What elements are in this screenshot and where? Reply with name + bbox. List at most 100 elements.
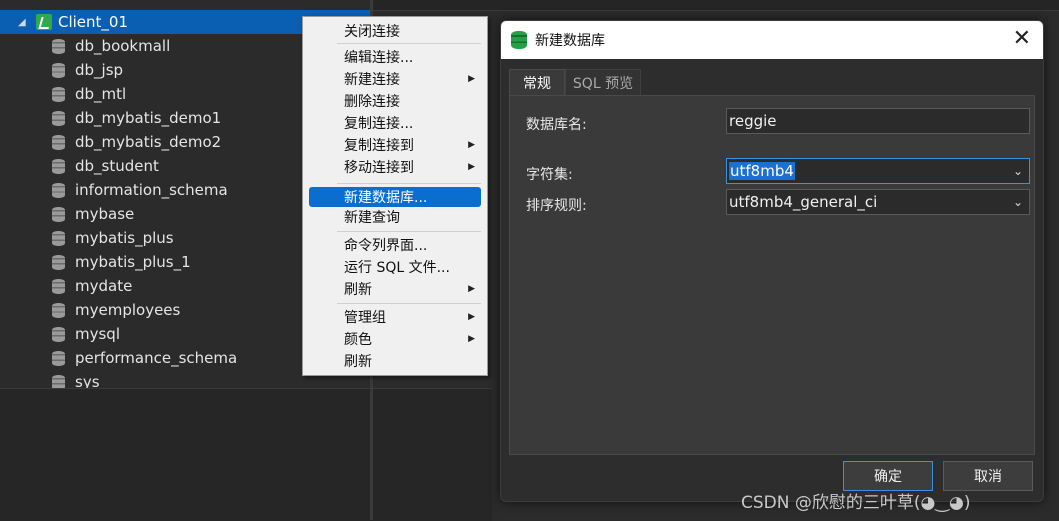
database-label: performance_schema (75, 349, 238, 367)
menu-item[interactable]: 管理组 ▶ (309, 307, 481, 327)
collapse-icon[interactable]: ◢ (18, 17, 28, 28)
database-icon (52, 254, 65, 270)
dialog-title-bar: 新建数据库 ✕ (501, 21, 1043, 59)
tab-general[interactable]: 常规 (509, 69, 565, 96)
general-panel: 数据库名: reggie 字符集: utf8mb4 ⌄ 排序规则: utf8mb… (509, 95, 1035, 455)
menu-item[interactable]: 复制连接... (309, 113, 481, 133)
close-icon[interactable]: ✕ (1013, 28, 1031, 50)
db-name-label: 数据库名: (526, 117, 587, 133)
menu-separator (337, 231, 481, 232)
menu-separator (337, 43, 481, 44)
database-icon (511, 31, 527, 49)
submenu-arrow-icon: ▶ (468, 312, 475, 322)
menu-item-label: 复制连接... (344, 116, 414, 132)
database-label: db_mybatis_demo2 (75, 133, 222, 151)
collation-select[interactable]: utf8mb4_general_ci ⌄ (726, 189, 1030, 215)
database-item[interactable]: db_mtl (52, 82, 126, 106)
database-icon (52, 134, 65, 150)
menu-item-label: 管理组 (344, 310, 386, 326)
menu-item-label: 新建连接 (344, 72, 400, 88)
menu-separator (337, 303, 481, 304)
submenu-arrow-icon: ▶ (468, 334, 475, 344)
context-menu: 关闭连接 编辑连接... 新建连接 ▶ 删除连接 复制连接... 复制连接到 ▶ 移动连接到 ▶ 新… (302, 16, 488, 376)
database-icon (52, 326, 65, 342)
database-label: db_jsp (75, 61, 124, 79)
collation-value: utf8mb4_general_ci (729, 193, 878, 211)
database-item[interactable]: information_schema (52, 178, 228, 202)
collation-label: 排序规则: (526, 198, 587, 214)
submenu-arrow-icon: ▶ (468, 140, 475, 150)
menu-item-label: 新建查询 (344, 210, 400, 226)
menu-item[interactable]: 复制连接到 ▶ (309, 135, 481, 155)
database-item[interactable]: performance_schema (52, 346, 237, 370)
database-item[interactable]: db_bookmall (52, 34, 170, 58)
connection-icon (36, 14, 52, 30)
menu-item[interactable]: 运行 SQL 文件... (309, 257, 481, 277)
menu-item-label: 移动连接到 (344, 160, 414, 176)
dialog-title: 新建数据库 (535, 33, 605, 49)
menu-item-label: 刷新 (344, 282, 372, 298)
database-label: mydate (75, 277, 133, 295)
database-icon (52, 278, 65, 294)
submenu-arrow-icon: ▶ (468, 162, 475, 172)
menu-item[interactable]: 新建查询 (309, 207, 481, 227)
db-name-input[interactable]: reggie (726, 108, 1030, 134)
menu-item-label: 新建数据库... (344, 190, 428, 206)
tab-sql-preview[interactable]: SQL 预览 (565, 69, 641, 96)
database-label: db_mybatis_demo1 (75, 109, 222, 127)
menu-item[interactable]: 新建连接 ▶ (309, 69, 481, 89)
database-icon (52, 62, 65, 78)
menu-item-label: 删除连接 (344, 94, 400, 110)
database-icon (52, 206, 65, 222)
charset-label: 字符集: (526, 167, 573, 183)
database-item[interactable]: db_student (52, 154, 159, 178)
cancel-button[interactable]: 取消 (943, 461, 1033, 491)
database-item[interactable]: myemployees (52, 298, 180, 322)
connection-label: Client_01 (58, 13, 129, 31)
database-icon (52, 158, 65, 174)
database-item[interactable]: mybase (52, 202, 134, 226)
menu-item[interactable]: 删除连接 (309, 91, 481, 111)
database-icon (52, 350, 65, 366)
database-label: mybatis_plus (75, 229, 174, 247)
charset-select[interactable]: utf8mb4 ⌄ (726, 158, 1030, 184)
chevron-down-icon[interactable]: ⌄ (1013, 164, 1023, 178)
charset-value: utf8mb4 (729, 162, 795, 180)
database-item[interactable]: db_mybatis_demo1 (52, 106, 221, 130)
right-pane-header (373, 0, 1059, 11)
database-item[interactable]: mybatis_plus_1 (52, 250, 191, 274)
menu-item-label: 命令列界面... (344, 238, 428, 254)
menu-item[interactable]: 刷新 (309, 351, 481, 371)
tree-pane-empty (0, 388, 492, 521)
chevron-down-icon[interactable]: ⌄ (1013, 195, 1023, 209)
menu-item-label: 关闭连接 (344, 24, 400, 40)
menu-item-label: 复制连接到 (344, 138, 414, 154)
database-icon (52, 86, 65, 102)
menu-item[interactable]: 刷新 ▶ (309, 279, 481, 299)
database-label: mysql (75, 325, 120, 343)
menu-item-label: 编辑连接... (344, 50, 414, 66)
database-label: db_mtl (75, 85, 127, 103)
database-item[interactable]: mydate (52, 274, 132, 298)
menu-item[interactable]: 关闭连接 (309, 21, 481, 41)
database-label: mybatis_plus_1 (75, 253, 191, 271)
database-item[interactable]: mysql (52, 322, 120, 346)
submenu-arrow-icon: ▶ (468, 74, 475, 84)
database-item[interactable]: db_jsp (52, 58, 123, 82)
ok-button[interactable]: 确定 (843, 461, 933, 491)
db-name-value: reggie (729, 112, 777, 130)
database-icon (52, 182, 65, 198)
menu-item[interactable]: 编辑连接... (309, 47, 481, 67)
menu-item[interactable]: 移动连接到 ▶ (309, 157, 481, 177)
database-item[interactable]: mybatis_plus (52, 226, 174, 250)
database-label: information_schema (75, 181, 228, 199)
menu-item[interactable]: 命令列界面... (309, 235, 481, 255)
database-label: mybase (75, 205, 135, 223)
menu-item[interactable]: 新建数据库... (309, 187, 481, 207)
menu-item[interactable]: 颜色 ▶ (309, 329, 481, 349)
watermark: CSDN @欣慰的三叶草(◕‿◕) (741, 493, 971, 513)
database-item[interactable]: db_mybatis_demo2 (52, 130, 221, 154)
database-label: db_student (75, 157, 159, 175)
database-label: db_bookmall (75, 37, 171, 55)
database-icon (52, 38, 65, 54)
